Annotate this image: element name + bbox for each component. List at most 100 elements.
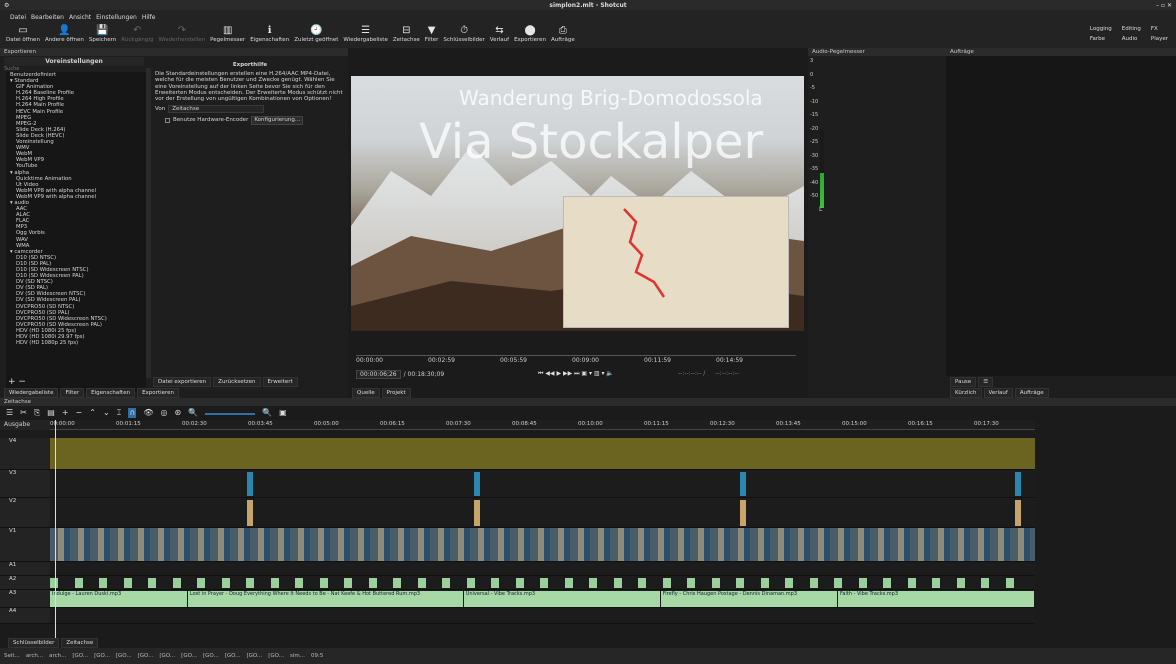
snap-icon[interactable]: ∩ — [128, 408, 137, 418]
audio-clip[interactable] — [589, 578, 597, 588]
menu-ansicht[interactable]: Ansicht — [69, 14, 91, 21]
audio-clip[interactable] — [932, 578, 940, 588]
audio-clip[interactable] — [858, 578, 867, 588]
track-lane-v4[interactable] — [50, 438, 1035, 470]
track-header-a4[interactable]: A4 — [0, 608, 50, 624]
toolbar-button-7[interactable]: 🕘 Zuletzt geöffnet — [294, 24, 338, 48]
toolbar-button-3[interactable]: ↶ Rückgängig — [121, 24, 153, 48]
track-lane-a4[interactable] — [50, 608, 1035, 624]
timeline-ruler[interactable]: 00:00:00 00:01:15 00:02:30 00:03:45 00:05:00… — [50, 420, 1035, 430]
remove-icon[interactable]: − — [76, 408, 83, 418]
audio-clip[interactable] — [687, 578, 695, 588]
taskbar-item[interactable]: arch... — [26, 653, 43, 659]
video-preview[interactable]: Wanderung Brig-Domodossola Via Stockalpe… — [351, 76, 804, 331]
zoom-fit-icon[interactable]: ▣ — [279, 408, 287, 418]
taskbar-item[interactable]: sim... — [290, 653, 305, 659]
clip[interactable] — [1015, 500, 1022, 526]
reset-button[interactable]: Zurücksetzen — [213, 377, 261, 387]
transport-controls[interactable]: ⏮ ◀◀ ▶ ▶▶ ⏭ ▣ ▾ ▥ ▾ 🔈 — [538, 370, 614, 378]
audio-clip[interactable] — [981, 578, 989, 588]
audio-clip[interactable] — [172, 578, 181, 588]
audio-clip[interactable] — [221, 578, 230, 588]
track-header-v3[interactable]: V3 — [0, 470, 50, 498]
audio-clip[interactable] — [74, 578, 83, 588]
taskbar-item[interactable]: [GO... — [246, 653, 262, 659]
taskbar-item[interactable]: Seit... — [4, 653, 20, 659]
toolbar-button-10[interactable]: ▼ Filter — [425, 24, 439, 48]
toolbar-button-1[interactable]: 👤 Andere öffnen — [45, 24, 84, 48]
audio-clip[interactable] — [466, 578, 475, 588]
ripple-icon[interactable]: ◎ — [160, 408, 167, 418]
audio-clip[interactable] — [515, 578, 524, 588]
audio-clip[interactable] — [662, 578, 671, 588]
taskbar-item[interactable]: [GO... — [268, 653, 284, 659]
audio-clip[interactable] — [393, 578, 401, 588]
audio-clip[interactable] — [883, 578, 891, 588]
clip[interactable] — [247, 472, 253, 496]
menu-bearbeiten[interactable]: Bearbeiten — [31, 14, 64, 21]
taskbar-item[interactable]: [GO... — [181, 653, 197, 659]
audio-clip[interactable] — [246, 578, 254, 588]
audio-clip[interactable] — [760, 578, 769, 588]
tab-timeline[interactable]: Zeitachse — [61, 638, 99, 648]
audio-clip[interactable] — [368, 578, 377, 588]
tab-properties[interactable]: Eigenschaften — [86, 388, 136, 398]
cut-icon[interactable]: ✂ — [20, 408, 27, 418]
overwrite-icon[interactable]: ⌄ — [103, 408, 110, 418]
copy-icon[interactable]: ⎘ — [34, 408, 40, 418]
tab-recent[interactable]: Kürzlich — [950, 388, 982, 398]
tab-playlist[interactable]: Wiedergabeliste — [4, 388, 59, 398]
track-header-v2[interactable]: V2 — [0, 498, 50, 528]
playhead[interactable] — [55, 420, 56, 645]
audio-clip[interactable] — [613, 578, 622, 588]
audio-clip[interactable] — [123, 578, 132, 588]
tab-history[interactable]: Verlauf — [983, 388, 1013, 398]
from-select[interactable]: Zeitachse — [168, 105, 265, 114]
toolbar-button-6[interactable]: ℹ Eigenschaften — [250, 24, 289, 48]
track-header-a1[interactable]: A1 — [0, 562, 50, 576]
append-icon[interactable]: + — [62, 408, 69, 418]
toolbar-button-4[interactable]: ↷ Wiederherstellen — [158, 24, 205, 48]
audio-clip[interactable] — [785, 578, 793, 588]
audio-clip[interactable]: Faith - Vibe Tracks.mp3 — [838, 591, 1034, 607]
configure-button[interactable]: Konfigurierung... — [251, 116, 304, 125]
taskbar-item[interactable]: arch... — [49, 653, 66, 659]
tab-export[interactable]: Exportieren — [137, 388, 180, 398]
audio-clip[interactable] — [540, 578, 548, 588]
window-menu-icon[interactable]: ⚙ — [4, 2, 9, 9]
window-controls[interactable]: – ▫ ✕ — [1156, 2, 1172, 9]
toolbar-button-2[interactable]: 💾 Speichern — [89, 24, 116, 48]
track-lane-v1[interactable] — [50, 528, 1035, 562]
toolbar-button-0[interactable]: ▭ Datei öffnen — [6, 24, 40, 48]
audio-clip[interactable] — [1005, 578, 1014, 588]
track-header-v4[interactable]: V4 — [0, 438, 50, 470]
jobs-menu-button[interactable]: ☰ — [978, 377, 994, 387]
audio-clip[interactable]: Indulge - Lauren Duski.mp3 — [50, 591, 187, 607]
split-icon[interactable]: ⌶ — [117, 408, 122, 418]
track-header-a2[interactable]: A2 — [0, 576, 50, 590]
clip[interactable] — [247, 500, 253, 526]
timeline-toolbar[interactable]: ☰ ✂ ⎘ ▤ + − ⌃ ⌄ ⌶ ∩ 👁 ◎ ⊛ 🔍 🔍 ▣ — [6, 408, 287, 418]
audio-clip[interactable] — [148, 578, 156, 588]
menu-hilfe[interactable]: Hilfe — [142, 14, 156, 21]
timeline-menu-icon[interactable]: ☰ — [6, 408, 13, 418]
tab-filter[interactable]: Filter — [60, 388, 85, 398]
taskbar-item[interactable]: [GO... — [72, 653, 88, 659]
layout-editing[interactable]: Editing — [1122, 26, 1141, 32]
audio-clip[interactable]: Lost in Prayer - Doug Everything Where I… — [187, 591, 463, 607]
toolbar-button-12[interactable]: ⇆ Verlauf — [490, 24, 509, 48]
toolbar-button-14[interactable]: ⎙ Aufträge — [551, 24, 575, 48]
clip[interactable] — [1015, 472, 1022, 496]
audio-clip[interactable] — [99, 578, 107, 588]
audio-clip[interactable] — [442, 578, 450, 588]
pause-button[interactable]: Pause — [950, 377, 977, 387]
preset-item[interactable]: HDV (HD 1080p 25 fps) — [6, 340, 146, 346]
toolbar-button-11[interactable]: ⏱ Schlüsselbilder — [443, 24, 484, 48]
clip[interactable] — [739, 500, 746, 526]
audio-clip[interactable] — [564, 578, 573, 588]
ripple-all-icon[interactable]: ⊛ — [174, 408, 181, 418]
audio-clip[interactable] — [319, 578, 328, 588]
clip[interactable] — [739, 472, 746, 496]
audio-clip[interactable] — [50, 578, 58, 588]
layout-player[interactable]: Player — [1151, 36, 1168, 42]
